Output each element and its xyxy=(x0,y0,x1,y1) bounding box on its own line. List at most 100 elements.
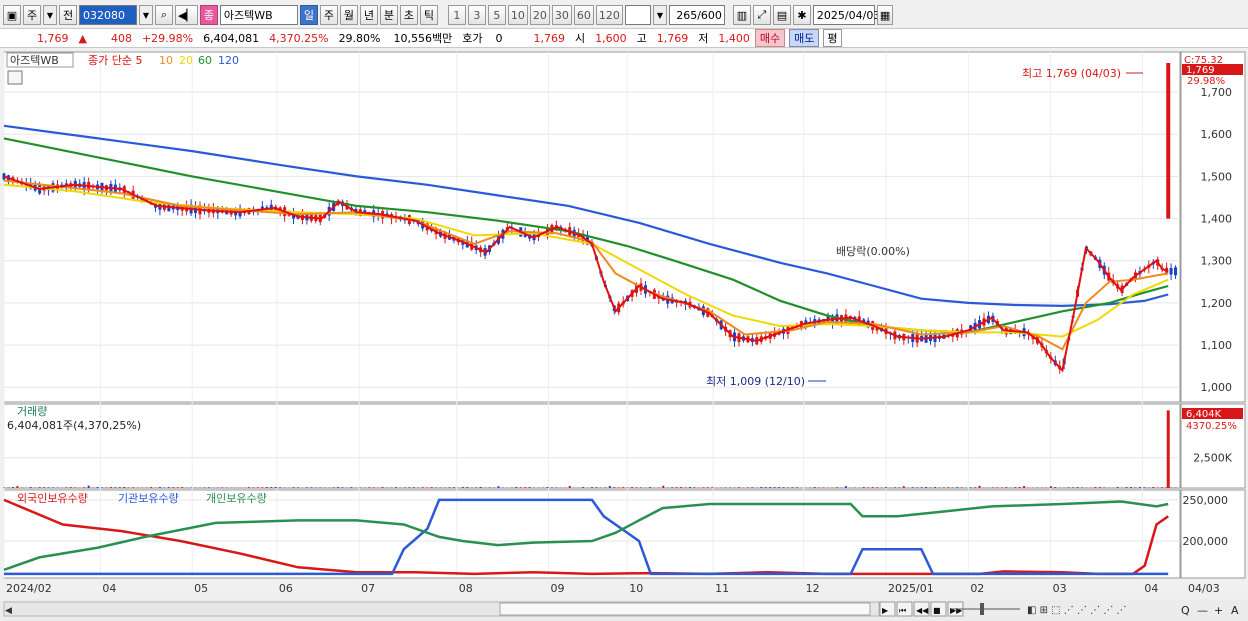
volume-bar xyxy=(65,487,68,488)
tab-second[interactable]: 초 xyxy=(399,5,418,25)
gear-icon[interactable]: ✱ xyxy=(792,5,811,25)
count-field[interactable]: 265/600 xyxy=(668,5,725,25)
volume-bar xyxy=(969,487,972,488)
volume-bar xyxy=(47,487,50,488)
interval-5[interactable]: 5 xyxy=(487,5,506,25)
tab-minute[interactable]: 분 xyxy=(379,5,398,25)
volume-bar xyxy=(314,487,317,488)
candle-icon[interactable]: ▥ xyxy=(732,5,751,25)
chart-area[interactable]: 1,000 1,100 1,200 1,300 1,400 1,500 1,600 1,700… xyxy=(0,50,1248,621)
volume-bar xyxy=(1076,487,1079,488)
prev-button[interactable]: 전 xyxy=(59,5,77,25)
volume-bar xyxy=(337,487,340,488)
volume-bar xyxy=(916,487,919,488)
date-field[interactable]: 2025/04/03 xyxy=(812,5,880,25)
legend-ma10: 10 xyxy=(159,54,173,67)
volume-bar xyxy=(764,487,767,488)
volume-bar xyxy=(7,487,10,488)
interval-30[interactable]: 30 xyxy=(551,5,572,25)
stock-code-input[interactable]: 032080 xyxy=(79,5,137,25)
volume-bar xyxy=(132,487,135,488)
x-tick-label: 07 xyxy=(361,582,375,595)
volume-bar xyxy=(305,487,308,488)
interval-1[interactable]: 1 xyxy=(447,5,466,25)
nav-icon: ◀◀ xyxy=(916,606,929,615)
scroll-left-icon: ◀ xyxy=(5,606,12,616)
calendar-icon[interactable]: ▦ xyxy=(876,5,894,25)
holding-tick-label: 250,000 xyxy=(1183,494,1229,507)
volume-bar xyxy=(934,487,936,488)
volume-bar xyxy=(1072,487,1075,488)
volume-bar xyxy=(813,487,816,488)
interval-20[interactable]: 20 xyxy=(529,5,550,25)
stock-name-field[interactable]: 아즈텍WB xyxy=(219,5,298,25)
speaker-icon[interactable]: ◀▏ xyxy=(175,5,198,25)
x-tick-label: 08 xyxy=(459,582,473,595)
volume-bar xyxy=(1000,487,1003,488)
legend-individual: 개인보유수량 xyxy=(206,492,267,505)
search-icon[interactable]: ⌕ xyxy=(155,5,173,25)
period-jong-button[interactable]: 주 xyxy=(23,5,41,25)
volume-bar xyxy=(876,487,879,488)
x-tick-label: 06 xyxy=(279,582,293,595)
volume-bar xyxy=(1081,487,1083,488)
volume-bar xyxy=(648,487,651,488)
window-icon[interactable]: ▣ xyxy=(3,5,21,25)
open-value: 1,600 xyxy=(595,31,627,45)
volume-bar xyxy=(1045,487,1048,488)
volume-bar xyxy=(181,487,184,488)
volume-bar xyxy=(724,487,727,488)
volume-bar xyxy=(114,487,117,488)
volume-bar xyxy=(617,487,620,488)
price-change-pct: +29.98% xyxy=(141,31,194,45)
interval-10[interactable]: 10 xyxy=(507,5,528,25)
buy-button[interactable]: 매수 xyxy=(754,29,786,47)
volume-bar xyxy=(38,487,41,488)
volume-bar xyxy=(488,487,491,488)
volume-bar xyxy=(426,487,429,488)
volume-bar xyxy=(555,487,558,488)
volume-bar xyxy=(83,487,86,488)
annotation-high: 최고 1,769 (04/03) xyxy=(1022,67,1121,80)
volume-bar xyxy=(207,487,210,488)
draw-tool-icon[interactable]: ⤢ xyxy=(752,5,771,25)
volume-bar xyxy=(270,487,273,488)
avg-button[interactable]: 평 xyxy=(823,29,842,47)
volume-right-value: 6,404K xyxy=(1186,409,1222,420)
quote-bar: 1,769 ▲ 408 +29.98% 6,404,081 4,370.25% 2… xyxy=(0,28,1248,48)
volume-bar xyxy=(711,487,714,488)
zoom-out-icon: — xyxy=(1197,604,1208,617)
interval-3[interactable]: 3 xyxy=(467,5,486,25)
volume-bar xyxy=(448,487,451,488)
volume-bar xyxy=(787,487,789,488)
custom-interval-input[interactable] xyxy=(624,5,651,25)
legend-foreign: 외국인보유수량 xyxy=(17,492,88,505)
tab-day[interactable]: 일 xyxy=(299,5,318,25)
interval-120[interactable]: 120 xyxy=(595,5,623,25)
code-dropdown[interactable]: ▼ xyxy=(139,5,153,25)
tab-tick[interactable]: 틱 xyxy=(419,5,438,25)
period-dropdown[interactable]: ▼ xyxy=(43,5,57,25)
interval-60[interactable]: 60 xyxy=(573,5,594,25)
x-tick-label: 11 xyxy=(715,582,729,595)
volume-bar xyxy=(1067,487,1070,488)
tab-year[interactable]: 년 xyxy=(359,5,378,25)
volume-bar xyxy=(87,485,90,488)
sell-button[interactable]: 매도 xyxy=(789,29,820,47)
tab-month[interactable]: 월 xyxy=(339,5,358,25)
interval-dropdown[interactable]: ▼ xyxy=(652,5,667,25)
volume-bar xyxy=(662,485,665,488)
volume-bar xyxy=(898,487,901,488)
volume-bar xyxy=(671,487,674,488)
x-tick-label: 09 xyxy=(550,582,564,595)
volume-bar xyxy=(938,487,941,488)
volume-bar xyxy=(1005,487,1008,488)
volume-bar xyxy=(461,487,464,488)
annotation-low: 최저 1,009 (12/10) xyxy=(706,375,805,388)
volume-bar xyxy=(568,485,571,488)
high-value: 1,769 xyxy=(656,31,689,45)
save-icon[interactable]: ▤ xyxy=(772,5,791,25)
price-tick-label: 1,200 xyxy=(1201,297,1233,310)
tab-week[interactable]: 주 xyxy=(319,5,338,25)
volume-bar xyxy=(746,487,749,488)
